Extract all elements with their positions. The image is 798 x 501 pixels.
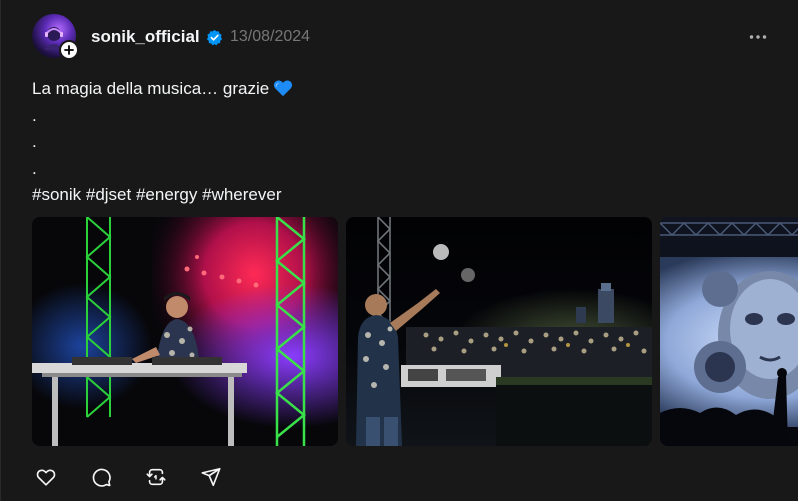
follow-button[interactable] [59, 40, 79, 60]
caption-line: La magia della musica… grazie [32, 76, 772, 103]
author-username[interactable]: sonik_official [91, 27, 200, 47]
repost-icon [146, 468, 166, 486]
like-button[interactable] [32, 463, 60, 491]
caption-line: . [32, 158, 37, 178]
dj-facing-crowd-photo[interactable] [346, 217, 652, 446]
blue-heart-icon [274, 80, 293, 97]
heart-icon [36, 469, 56, 486]
thread-post: sonik_official 13/08/2024 La magia della… [0, 0, 798, 501]
verified-badge-icon [206, 29, 223, 46]
repost-button[interactable] [142, 463, 170, 491]
post-date[interactable]: 13/08/2024 [230, 28, 310, 46]
comment-button[interactable] [87, 463, 115, 491]
plus-icon [64, 45, 74, 55]
comment-icon [92, 468, 111, 487]
media-carousel[interactable] [32, 217, 798, 446]
caption-line: . [32, 132, 37, 151]
caption-line: . [32, 105, 37, 125]
post-caption: La magia della musica… grazie . . . #son… [32, 76, 772, 209]
dj-on-stage-photo[interactable] [32, 217, 338, 446]
more-horizontal-icon [749, 35, 767, 39]
caption-hashtags[interactable]: #sonik #djset #energy #wherever [32, 182, 772, 209]
stage-mask-screen-photo[interactable] [660, 217, 798, 446]
send-icon [201, 467, 221, 487]
more-options-button[interactable] [745, 26, 771, 48]
share-button[interactable] [197, 463, 225, 491]
